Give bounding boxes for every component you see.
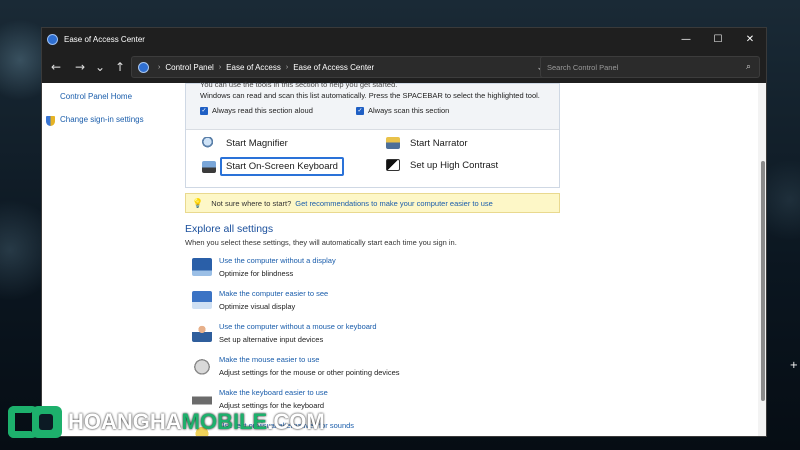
- close-button[interactable]: ✕: [734, 28, 766, 51]
- tip-prefix: Not sure where to start?: [211, 198, 292, 208]
- maximize-button[interactable]: ☐: [702, 28, 734, 51]
- control-panel-home-link[interactable]: Control Panel Home: [60, 92, 132, 101]
- start-narrator-label: Start Narrator: [410, 137, 468, 149]
- setting-description: Optimize visual display: [219, 302, 296, 311]
- breadcrumb-separator[interactable]: ›: [286, 64, 288, 71]
- control-panel-icon: [47, 34, 58, 45]
- up-button[interactable]: ↑: [110, 57, 130, 77]
- narrator-icon: [386, 137, 400, 149]
- setting-description: Optimize for blindness: [219, 269, 294, 278]
- window-controls: — ☐ ✕: [670, 28, 766, 51]
- watermark-logo: HOANGHAMOBILE.COM: [8, 401, 325, 443]
- recommendation-tip: 💡 Not sure where to start? Get recommend…: [185, 193, 560, 213]
- title-bar[interactable]: Ease of Access Center — ☐ ✕: [42, 28, 766, 51]
- scan-intro-text: You can use the tools in this section to…: [200, 80, 398, 89]
- setting-description: Adjust settings for the mouse or other p…: [219, 368, 400, 377]
- quick-access-panel: You can use the tools in this section to…: [185, 80, 560, 188]
- read-aloud-checkbox[interactable]: ✓ Always read this section aloud: [200, 106, 313, 115]
- back-button[interactable]: ←: [46, 57, 66, 77]
- scan-header: You can use the tools in this section to…: [186, 80, 559, 130]
- start-on-screen-keyboard-button[interactable]: Start On-Screen Keyboard: [202, 157, 344, 176]
- window-title: Ease of Access Center: [64, 35, 145, 44]
- search-input[interactable]: [547, 62, 727, 72]
- forward-button[interactable]: →: [70, 57, 90, 77]
- hoangha-logo-icon: [8, 402, 64, 442]
- watermark-text: HOANGHAMOBILE.COM: [68, 409, 325, 435]
- mouse-cursor-icon: +: [789, 360, 798, 371]
- setting-item: Use the computer without a display Optim…: [192, 256, 572, 286]
- setting-item: Make the mouse easier to use Adjust sett…: [192, 355, 572, 385]
- setting-item: Make the computer easier to see Optimize…: [192, 289, 572, 319]
- scan-instruction: Windows can read and scan this list auto…: [200, 91, 540, 100]
- breadcrumb-separator: ›: [158, 63, 161, 71]
- setting-link[interactable]: Make the keyboard easier to use: [219, 388, 328, 397]
- recent-locations-button[interactable]: ⌄: [90, 57, 110, 77]
- address-bar[interactable]: › Control Panel › Ease of Access › Ease …: [131, 56, 575, 78]
- scrollbar-thumb[interactable]: [761, 161, 765, 401]
- start-narrator-button[interactable]: Start Narrator: [386, 137, 468, 149]
- search-box[interactable]: ⌕: [540, 56, 760, 78]
- sidebar: Control Panel Home Change sign-in settin…: [42, 83, 182, 436]
- breadcrumb-ease-of-access[interactable]: Ease of Access: [226, 63, 281, 72]
- setting-link[interactable]: Make the mouse easier to use: [219, 355, 319, 364]
- checkbox-checked-icon: ✓: [200, 106, 208, 115]
- control-panel-window: Ease of Access Center — ☐ ✕ ← → ⌄ ↑ › Co…: [41, 27, 767, 437]
- setting-link[interactable]: Make the computer easier to see: [219, 289, 328, 298]
- setting-item: Use the computer without a mouse or keyb…: [192, 322, 572, 352]
- start-magnifier-button[interactable]: Start Magnifier: [202, 137, 288, 149]
- watermark-part1: HOANGHA: [68, 409, 182, 434]
- high-contrast-icon: [386, 159, 400, 171]
- explore-all-settings-heading: Explore all settings: [185, 223, 274, 235]
- magnifier-icon: [202, 137, 216, 149]
- user-icon: [192, 324, 212, 342]
- start-magnifier-label: Start Magnifier: [226, 137, 288, 149]
- start-on-screen-keyboard-label: Start On-Screen Keyboard: [220, 157, 344, 176]
- always-scan-checkbox[interactable]: ✓ Always scan this section: [356, 106, 449, 115]
- setting-link[interactable]: Use the computer without a mouse or keyb…: [219, 322, 377, 331]
- search-icon[interactable]: ⌕: [746, 62, 751, 72]
- mouse-icon: [192, 357, 212, 375]
- display-magnify-icon: [192, 291, 212, 309]
- shield-icon: [46, 116, 55, 126]
- watermark-part2: MOBILE: [181, 409, 268, 434]
- set-up-high-contrast-button[interactable]: Set up High Contrast: [386, 159, 498, 171]
- get-recommendations-link[interactable]: Get recommendations to make your compute…: [295, 199, 493, 208]
- breadcrumb-separator[interactable]: ›: [219, 64, 221, 71]
- setting-link[interactable]: Use the computer without a display: [219, 256, 336, 265]
- lightbulb-icon: 💡: [192, 197, 204, 208]
- watermark-part3: .COM: [267, 409, 325, 434]
- breadcrumb-control-panel[interactable]: Control Panel: [165, 63, 213, 72]
- control-panel-icon: [138, 61, 149, 73]
- keyboard-icon: [202, 160, 216, 173]
- change-sign-in-settings-link[interactable]: Change sign-in settings: [60, 115, 144, 124]
- set-up-high-contrast-label: Set up High Contrast: [410, 159, 499, 171]
- always-scan-label: Always scan this section: [368, 106, 450, 115]
- checkbox-checked-icon: ✓: [356, 106, 364, 115]
- vertical-scrollbar[interactable]: [758, 83, 766, 436]
- breadcrumb-ease-of-access-center[interactable]: Ease of Access Center: [293, 63, 374, 72]
- address-toolbar: ← → ⌄ ↑ › Control Panel › Ease of Access…: [42, 51, 766, 83]
- read-aloud-label: Always read this section aloud: [212, 106, 313, 115]
- explore-subtitle: When you select these settings, they wil…: [185, 238, 457, 247]
- main-content: Control Panel Home Change sign-in settin…: [42, 80, 766, 436]
- monitor-icon: [192, 258, 212, 276]
- minimize-button[interactable]: —: [670, 28, 702, 51]
- setting-description: Set up alternative input devices: [219, 335, 324, 344]
